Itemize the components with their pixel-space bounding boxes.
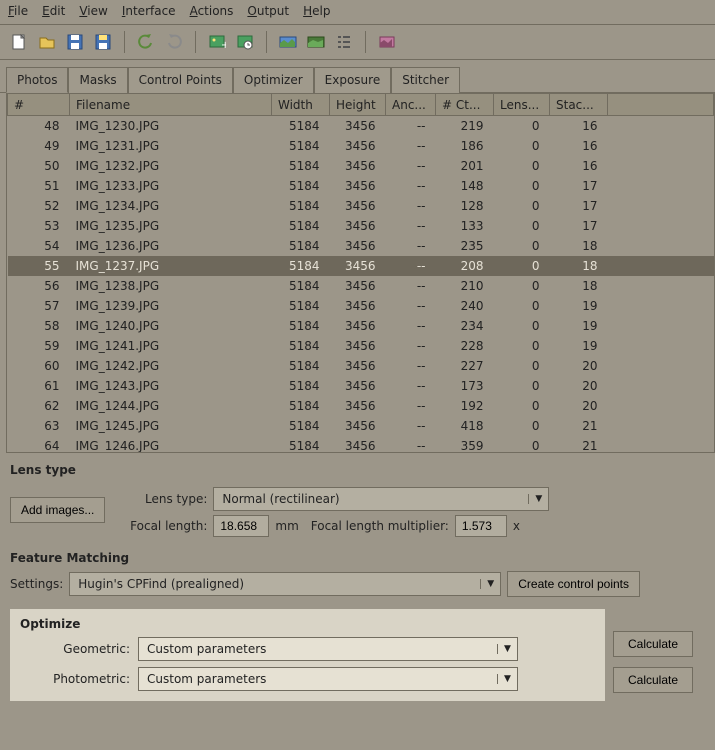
- toolbar-separator: [124, 31, 125, 53]
- panorama-preview-icon[interactable]: [277, 31, 299, 53]
- tab-stitcher[interactable]: Stitcher: [391, 67, 460, 93]
- toolbar-separator: [266, 31, 267, 53]
- svg-text:+: +: [221, 40, 226, 51]
- open-project-icon[interactable]: [36, 31, 58, 53]
- table-row[interactable]: 60IMG_1242.JPG51843456--227020: [8, 356, 714, 376]
- add-images-button[interactable]: Add images...: [10, 497, 105, 523]
- table-row[interactable]: 49IMG_1231.JPG51843456--186016: [8, 136, 714, 156]
- menu-edit[interactable]: Edit: [42, 4, 65, 18]
- add-image-icon[interactable]: +: [206, 31, 228, 53]
- tab-masks[interactable]: Masks: [68, 67, 127, 93]
- col-ctrl[interactable]: # Ct...: [436, 94, 494, 116]
- focal-mult-label: Focal length multiplier:: [311, 519, 449, 533]
- tab-photos[interactable]: Photos: [6, 67, 68, 93]
- geometric-label: Geometric:: [20, 642, 130, 656]
- photometric-label: Photometric:: [20, 672, 130, 686]
- fm-settings-select[interactable]: Hugin's CPFind (prealigned) ▼: [69, 572, 501, 596]
- menubar: File Edit View Interface Actions Output …: [0, 0, 715, 25]
- col-lens[interactable]: Lens...: [494, 94, 550, 116]
- tab-optimizer[interactable]: Optimizer: [233, 67, 314, 93]
- toolbar: +: [0, 25, 715, 60]
- table-row[interactable]: 63IMG_1245.JPG51843456--418021: [8, 416, 714, 436]
- calculate-geometric-button[interactable]: Calculate: [613, 631, 693, 657]
- photos-table[interactable]: # Filename Width Height Anc... # Ct... L…: [6, 93, 715, 453]
- lower-panel: Lens type Add images... Lens type: Norma…: [0, 453, 715, 711]
- col-number[interactable]: #: [8, 94, 70, 116]
- table-row[interactable]: 58IMG_1240.JPG51843456--234019: [8, 316, 714, 336]
- chevron-down-icon: ▼: [480, 579, 500, 589]
- table-row[interactable]: 56IMG_1238.JPG51843456--210018: [8, 276, 714, 296]
- chevron-down-icon: ▼: [497, 674, 517, 684]
- table-row[interactable]: 55IMG_1237.JPG51843456--208018: [8, 256, 714, 276]
- tab-control-points[interactable]: Control Points: [128, 67, 233, 93]
- geometric-select[interactable]: Custom parameters ▼: [138, 637, 518, 661]
- table-row[interactable]: 48IMG_1230.JPG51843456--219016: [8, 116, 714, 136]
- save-project-icon[interactable]: [64, 31, 86, 53]
- optimize-title: Optimize: [20, 617, 595, 631]
- toolbar-separator: [365, 31, 366, 53]
- table-row[interactable]: 64IMG_1246.JPG51843456--359021: [8, 436, 714, 454]
- table-row[interactable]: 57IMG_1239.JPG51843456--240019: [8, 296, 714, 316]
- create-control-points-button[interactable]: Create control points: [507, 571, 640, 597]
- save-as-icon[interactable]: [92, 31, 114, 53]
- col-height[interactable]: Height: [330, 94, 386, 116]
- new-project-icon[interactable]: [8, 31, 30, 53]
- calculate-photometric-button[interactable]: Calculate: [613, 667, 693, 693]
- col-filename[interactable]: Filename: [70, 94, 272, 116]
- stitch-icon[interactable]: [376, 31, 398, 53]
- table-row[interactable]: 62IMG_1244.JPG51843456--192020: [8, 396, 714, 416]
- lens-type-select[interactable]: Normal (rectilinear) ▼: [213, 487, 549, 511]
- table-row[interactable]: 54IMG_1236.JPG51843456--235018: [8, 236, 714, 256]
- col-width[interactable]: Width: [272, 94, 330, 116]
- tab-exposure[interactable]: Exposure: [314, 67, 392, 93]
- menu-view[interactable]: View: [79, 4, 107, 18]
- table-header-row: # Filename Width Height Anc... # Ct... L…: [8, 94, 714, 116]
- col-spacer: [608, 94, 714, 116]
- table-row[interactable]: 61IMG_1243.JPG51843456--173020: [8, 376, 714, 396]
- undo-icon[interactable]: [135, 31, 157, 53]
- gl-preview-icon[interactable]: [305, 31, 327, 53]
- add-images-time-icon[interactable]: [234, 31, 256, 53]
- menu-actions[interactable]: Actions: [190, 4, 234, 18]
- toolbar-separator: [195, 31, 196, 53]
- lens-type-label: Lens type:: [121, 492, 207, 506]
- feature-matching-title: Feature Matching: [10, 551, 705, 565]
- menu-interface[interactable]: Interface: [122, 4, 176, 18]
- table-row[interactable]: 53IMG_1235.JPG51843456--133017: [8, 216, 714, 236]
- menu-help[interactable]: Help: [303, 4, 330, 18]
- lens-section-title: Lens type: [10, 463, 705, 477]
- chevron-down-icon: ▼: [497, 644, 517, 654]
- focal-length-label: Focal length:: [121, 519, 207, 533]
- chevron-down-icon: ▼: [528, 494, 548, 504]
- focal-length-input[interactable]: [213, 515, 269, 537]
- menu-file[interactable]: File: [8, 4, 28, 18]
- focal-mult-input[interactable]: [455, 515, 507, 537]
- focal-mult-unit: x: [513, 519, 520, 533]
- table-row[interactable]: 51IMG_1233.JPG51843456--148017: [8, 176, 714, 196]
- photometric-select[interactable]: Custom parameters ▼: [138, 667, 518, 691]
- show-cp-icon[interactable]: [333, 31, 355, 53]
- table-row[interactable]: 52IMG_1234.JPG51843456--128017: [8, 196, 714, 216]
- fm-settings-label: Settings:: [10, 577, 63, 591]
- table-row[interactable]: 59IMG_1241.JPG51843456--228019: [8, 336, 714, 356]
- tabbar: Photos Masks Control Points Optimizer Ex…: [0, 60, 715, 92]
- col-stack[interactable]: Stac...: [550, 94, 608, 116]
- focal-length-unit: mm: [275, 519, 298, 533]
- table-row[interactable]: 50IMG_1232.JPG51843456--201016: [8, 156, 714, 176]
- redo-icon[interactable]: [163, 31, 185, 53]
- optimize-panel: Optimize Geometric: Custom parameters ▼ …: [10, 609, 605, 701]
- col-anchor[interactable]: Anc...: [386, 94, 436, 116]
- menu-output[interactable]: Output: [247, 4, 289, 18]
